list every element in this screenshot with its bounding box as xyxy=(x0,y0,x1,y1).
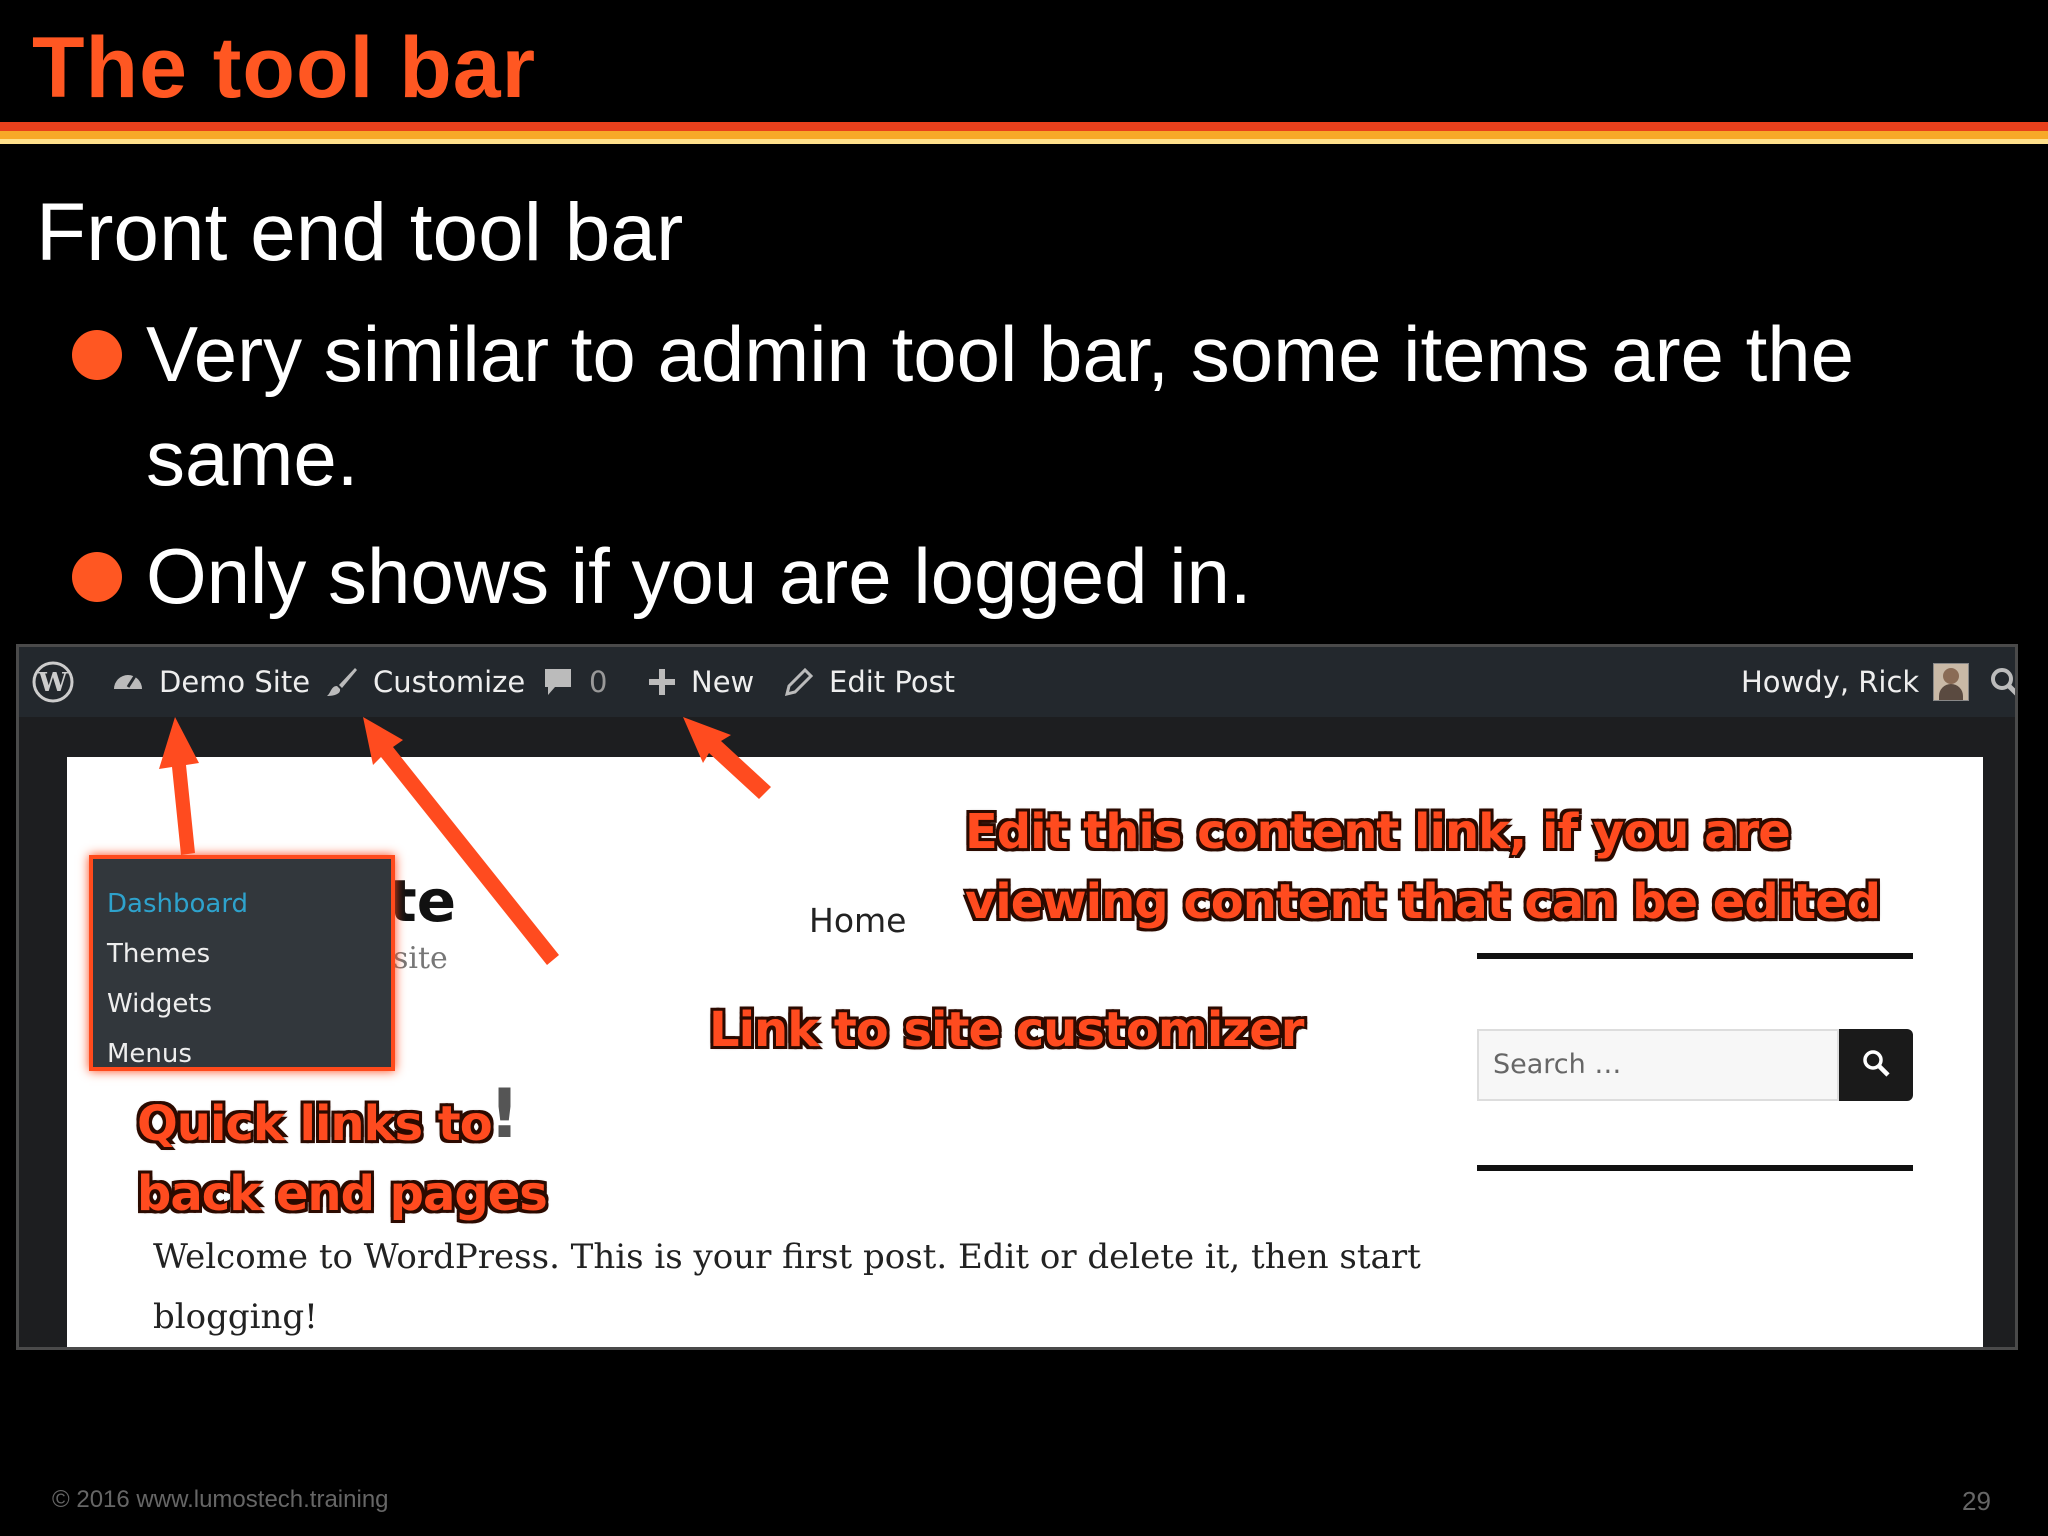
arrow-to-customize xyxy=(363,717,559,965)
callout-quick-line2: back end pages xyxy=(137,1166,548,1222)
bullet-dot-icon xyxy=(72,552,122,602)
arrow-to-edit-post xyxy=(683,717,771,799)
callout-edit-line2: viewing content that can be edited xyxy=(965,874,1881,930)
bullet-text: Very similar to admin tool bar, some ite… xyxy=(146,310,1855,502)
callout-edit-link: Edit this content link, if you are viewi… xyxy=(965,797,1881,937)
arrow-to-site-menu xyxy=(159,717,199,855)
slide-number: 29 xyxy=(1962,1486,1991,1516)
callout-edit-line1: Edit this content link, if you are xyxy=(965,804,1791,860)
callout-quick-line1: Quick links to xyxy=(137,1096,493,1152)
title-stripe-yellow xyxy=(0,139,2048,144)
title-stripe-orange xyxy=(0,131,2048,139)
callout-customizer: Link to site customizer xyxy=(709,1002,1304,1058)
slide-title: The tool bar xyxy=(32,20,537,116)
bullet-text: Only shows if you are logged in. xyxy=(146,532,1252,620)
callout-quick-links: Quick links to back end pages xyxy=(137,1089,548,1229)
bullet-item: Only shows if you are logged in. xyxy=(72,524,1872,628)
toolbar-screenshot: W Demo Site Customize 0 New Edit Post Ho… xyxy=(16,644,2018,1350)
bullet-dot-icon xyxy=(72,330,122,380)
title-stripe-red xyxy=(0,122,2048,131)
slide-heading: Front end tool bar xyxy=(36,187,684,278)
footer-copyright: © 2016 www.lumostech.training xyxy=(52,1486,389,1513)
bullet-item: Very similar to admin tool bar, some ite… xyxy=(72,302,1972,510)
